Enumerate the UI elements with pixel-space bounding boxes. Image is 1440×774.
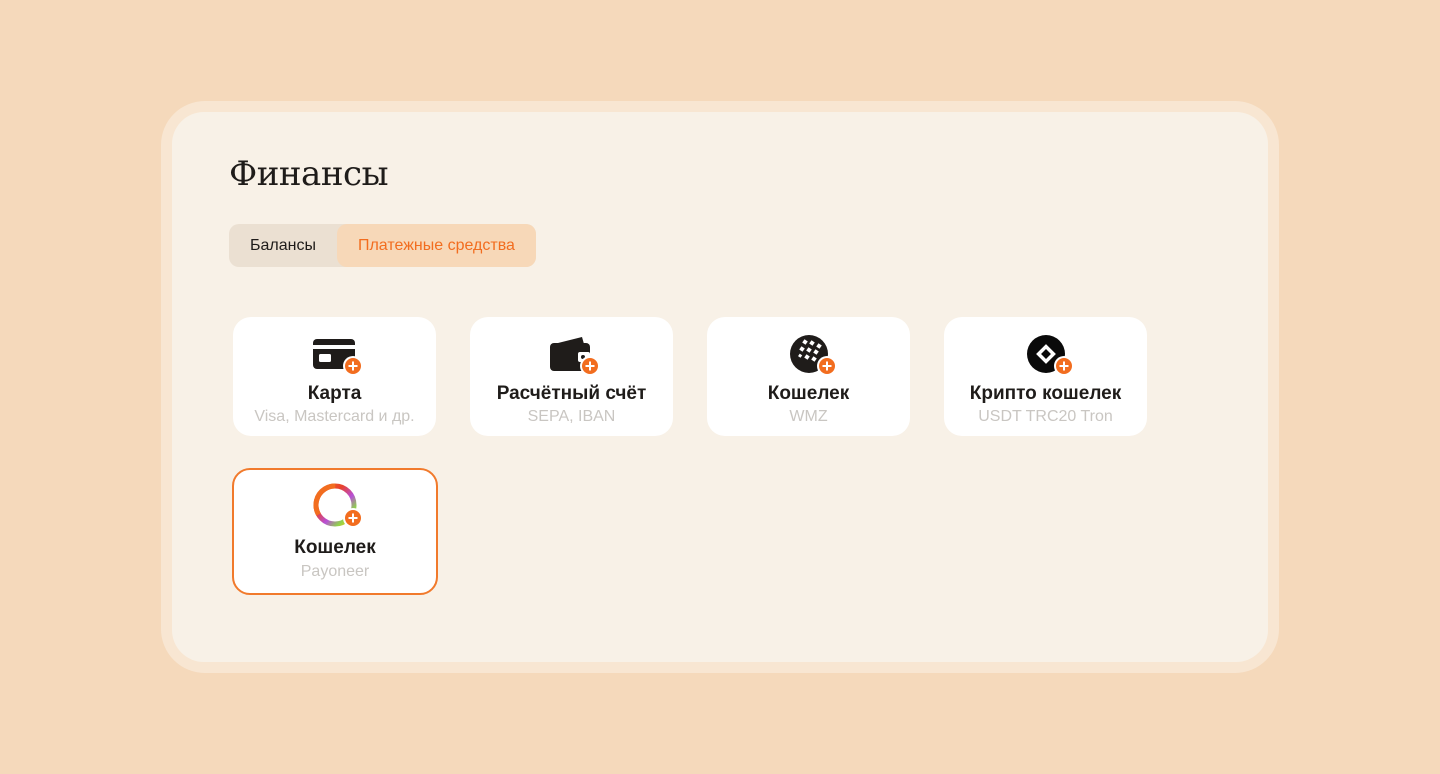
method-title: Расчётный счёт [496,383,647,404]
add-bank-account-method[interactable]: Расчётный счёт SEPA, IBAN [470,317,673,436]
payoneer-add-icon [311,482,363,528]
add-card-method[interactable]: Карта Visa, Mastercard и др. [233,317,436,436]
method-title: Кошелек [767,383,850,404]
webmoney-add-icon [785,334,837,378]
wallet-add-icon [548,334,600,378]
tab-balances[interactable]: Балансы [229,224,337,267]
method-subtitle: SEPA, IBAN [527,408,616,425]
credit-card-add-icon [311,334,363,378]
add-webmoney-method[interactable]: Кошелек WMZ [707,317,910,436]
crypto-add-icon [1022,334,1074,378]
page-title: Финансы [229,154,389,194]
method-subtitle: Visa, Mastercard и др. [254,408,415,425]
tab-payment-methods[interactable]: Платежные средства [336,224,536,267]
method-subtitle: WMZ [789,408,828,425]
add-crypto-wallet-method[interactable]: Крипто кошелек USDT TRC20 Tron [944,317,1147,436]
method-title: Карта [307,383,362,404]
method-title: Крипто кошелек [969,383,1122,404]
finance-panel: Финансы Балансы Платежные средства Карта… [172,112,1268,662]
method-subtitle: Payoneer [300,563,370,580]
method-subtitle: USDT TRC20 Tron [978,408,1113,425]
method-title: Кошелек [294,537,376,558]
tab-bar: Балансы Платежные средства [229,224,536,267]
add-payoneer-method[interactable]: Кошелек Payoneer [232,468,438,595]
finance-panel-frame: Финансы Балансы Платежные средства Карта… [161,101,1279,673]
